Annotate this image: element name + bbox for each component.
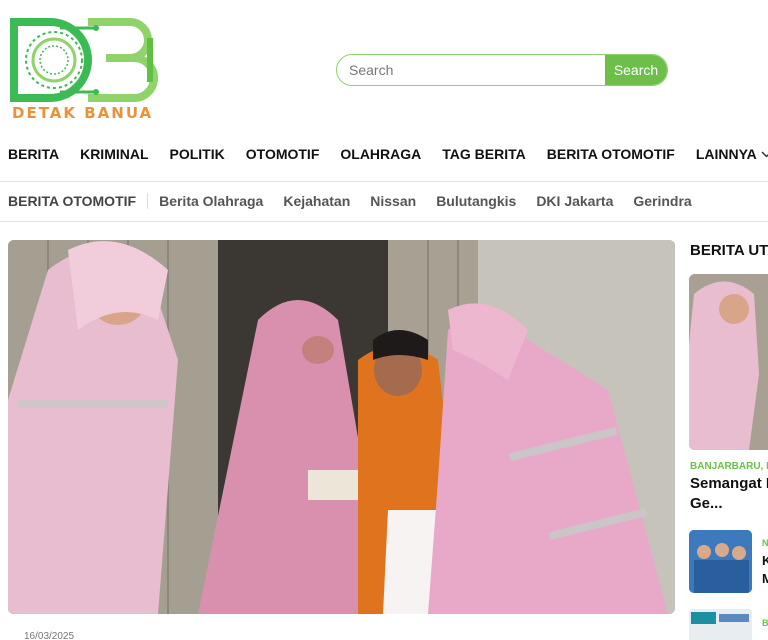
sidebar-item-category-2[interactable]: B xyxy=(762,618,768,628)
tag-item-gerindra[interactable]: Gerindra xyxy=(633,193,691,209)
nav-item-berita[interactable]: BERITA xyxy=(8,146,59,162)
hero-photo xyxy=(8,240,675,614)
article-date: 16/03/2025 xyxy=(24,631,75,640)
nav-item-lainnya-label: LAINNYA xyxy=(695,146,757,162)
chevron-down-icon xyxy=(761,150,768,158)
site-logo[interactable]: DETAK BANUA xyxy=(10,18,160,124)
tag-divider xyxy=(0,221,768,222)
nav-item-berita-otomotif[interactable]: BERITA OTOMOTIF xyxy=(547,146,675,162)
sidebar-thumb-photo xyxy=(689,530,752,593)
tag-item-berita-olahraga[interactable]: Berita Olahraga xyxy=(159,193,263,209)
sidebar-item-headline[interactable]: K M xyxy=(762,552,768,588)
sidebar-featured-headline[interactable]: Semangat R Ge... xyxy=(690,474,768,514)
sidebar-featured-photo xyxy=(689,274,768,450)
logo-mark-icon xyxy=(10,18,158,102)
sidebar-item-category[interactable]: N xyxy=(762,538,768,548)
search-input[interactable] xyxy=(337,55,605,85)
nav-item-tag-berita[interactable]: TAG BERITA xyxy=(442,146,525,162)
nav-divider xyxy=(0,181,768,182)
tag-item-bulutangkis[interactable]: Bulutangkis xyxy=(436,193,516,209)
search-button[interactable]: Search xyxy=(605,55,667,85)
sidebar-featured-image[interactable] xyxy=(689,274,768,450)
sidebar-item-thumbnail[interactable] xyxy=(689,530,752,593)
nav-item-kriminal[interactable]: KRIMINAL xyxy=(80,146,148,162)
hero-image[interactable] xyxy=(8,240,675,614)
main-nav: BERITA KRIMINAL POLITIK OTOMOTIF OLAHRAG… xyxy=(8,146,768,162)
tag-item-kejahatan[interactable]: Kejahatan xyxy=(283,193,350,209)
tag-item-dki-jakarta[interactable]: DKI Jakarta xyxy=(536,193,613,209)
nav-item-olahraga[interactable]: OLAHRAGA xyxy=(340,146,421,162)
sidebar-title: BERITA UTA xyxy=(690,242,768,259)
nav-item-otomotif[interactable]: OTOMOTIF xyxy=(246,146,320,162)
sidebar-featured-category[interactable]: BANJARBARU, P xyxy=(690,461,768,472)
search-bar: Search xyxy=(336,54,668,86)
nav-item-lainnya[interactable]: LAINNYA xyxy=(696,146,768,162)
tag-item-nissan[interactable]: Nissan xyxy=(370,193,416,209)
sidebar-thumb-photo-2 xyxy=(689,609,752,640)
nav-item-politik[interactable]: POLITIK xyxy=(170,146,225,162)
tag-nav: BERITA OTOMOTIF Berita Olahraga Kejahata… xyxy=(8,192,712,210)
tag-item-berita-otomotif[interactable]: BERITA OTOMOTIF xyxy=(8,193,149,209)
logo-text: DETAK BANUA xyxy=(12,104,154,122)
sidebar-item-thumbnail-2[interactable] xyxy=(689,609,752,640)
